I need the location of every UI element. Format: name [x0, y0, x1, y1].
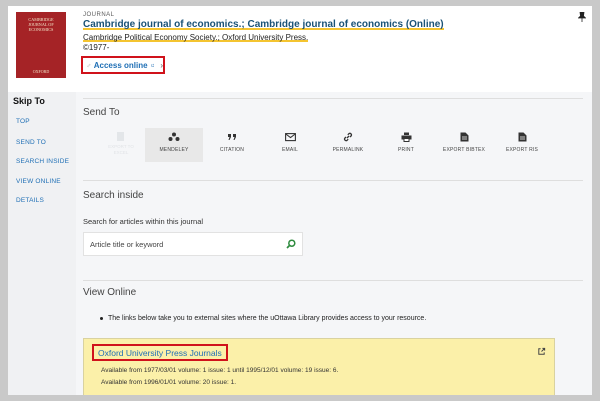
bullet-icon — [100, 316, 103, 320]
send-to-label: EXPORT RIS — [505, 147, 539, 153]
section-divider — [83, 280, 583, 281]
search-inside-title: Search inside — [83, 190, 144, 201]
cover-publisher: OXFORD — [32, 69, 50, 74]
page-frame: CAMBRIDGE JOURNAL OF ECONOMICS OXFORD JO… — [8, 6, 592, 395]
search-inside-box — [83, 232, 303, 256]
document-icon — [117, 132, 124, 141]
skip-to-title: Skip To — [13, 96, 45, 106]
provider-link[interactable]: Oxford University Press Journals — [92, 344, 228, 361]
export-excel-label: EXPORT TO EXCEL — [108, 144, 134, 155]
skip-to-details[interactable]: DETAILS — [16, 197, 44, 204]
skip-to-search-inside[interactable]: SEARCH INSIDE — [16, 158, 69, 165]
access-online-label: Access online — [93, 60, 148, 70]
view-online-note-text: The links below take you to external sit… — [108, 315, 427, 322]
record-date: ©1977- — [83, 43, 110, 52]
search-inside-subtitle: Search for articles within this journal — [83, 217, 204, 226]
cover-title: CAMBRIDGE JOURNAL OF ECONOMICS — [28, 17, 54, 32]
send-to-label: PRINT — [398, 147, 414, 153]
skip-to-view-online[interactable]: VIEW ONLINE — [16, 178, 61, 185]
view-online-note: The links below take you to external sit… — [100, 315, 426, 322]
send-to-print[interactable]: PRINT — [377, 128, 435, 162]
access-online-button[interactable]: Access online › — [81, 56, 165, 74]
external-link-icon[interactable] — [537, 347, 546, 356]
document-icon — [460, 132, 468, 142]
skip-to-top[interactable]: TOP — [16, 118, 30, 125]
availability-line: Available from 1977/03/01 volume: 1 issu… — [101, 367, 339, 374]
section-divider — [83, 180, 583, 181]
chevron-right-icon: › — [160, 60, 163, 70]
send-to-citation[interactable]: CITATION — [203, 128, 261, 162]
publisher-text: Cambridge Political Economy Society.; Ox… — [83, 33, 309, 42]
availability-line: Available from 1996/01/01 volume: 20 iss… — [101, 379, 237, 386]
search-icon[interactable] — [286, 239, 296, 249]
section-divider — [83, 98, 583, 99]
send-to-permalink[interactable]: PERMALINK — [319, 128, 377, 162]
link-icon — [87, 63, 91, 67]
quote-icon — [228, 134, 236, 140]
printer-icon — [401, 132, 411, 142]
send-to-email[interactable]: EMAIL — [261, 128, 319, 162]
resource-type-label: JOURNAL — [83, 12, 115, 18]
send-to-title: Send To — [83, 107, 120, 118]
envelope-icon — [284, 133, 296, 142]
search-input[interactable] — [90, 238, 280, 251]
send-to-label: EMAIL — [281, 147, 298, 153]
external-link-icon — [151, 63, 154, 67]
document-icon — [518, 132, 526, 142]
send-to-export-ris[interactable]: EXPORT RIS — [493, 128, 551, 162]
record-title-link[interactable]: Cambridge journal of economics.; Cambrid… — [83, 19, 444, 30]
record-title-text: Cambridge journal of economics.; Cambrid… — [83, 19, 444, 30]
pin-icon[interactable] — [578, 12, 586, 22]
view-online-title: View Online — [83, 287, 137, 298]
send-to-export-bibtex[interactable]: EXPORT BIBTEX — [435, 128, 493, 162]
export-excel-action[interactable]: EXPORT TO EXCEL — [108, 132, 134, 162]
send-to-label: PERMALINK — [332, 147, 364, 153]
mendeley-icon — [168, 132, 180, 141]
send-to-label: MENDELEY — [159, 147, 189, 153]
send-to-mendeley[interactable]: MENDELEY — [145, 128, 203, 162]
provider-link-text: Oxford University Press Journals — [98, 347, 222, 358]
send-to-label: CITATION — [219, 147, 245, 153]
skip-to-send-to[interactable]: SEND TO — [16, 139, 46, 146]
record-publisher: Cambridge Political Economy Society.; Ox… — [83, 33, 309, 42]
journal-cover-thumbnail: CAMBRIDGE JOURNAL OF ECONOMICS OXFORD — [16, 12, 66, 78]
link-icon — [343, 132, 353, 142]
send-to-label: EXPORT BIBTEX — [442, 147, 486, 153]
provider-card: Oxford University Press Journals Availab… — [83, 338, 555, 395]
